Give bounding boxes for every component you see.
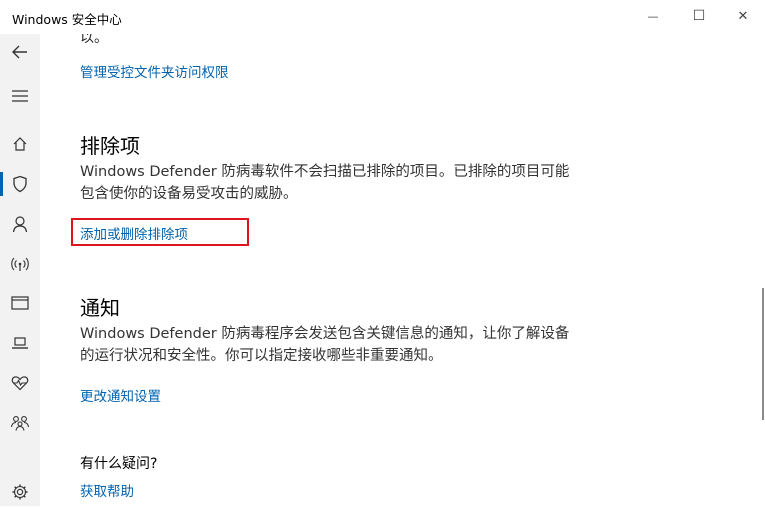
wireless-icon xyxy=(11,257,29,271)
window-title: Windows 安全中心 xyxy=(12,12,122,27)
sidebar-item-app-browser[interactable] xyxy=(0,288,40,318)
home-icon xyxy=(13,137,27,151)
highlight-box xyxy=(71,218,249,246)
maximize-button[interactable]: ☐ xyxy=(676,0,722,32)
minimize-icon: — xyxy=(647,9,659,23)
sidebar-item-settings[interactable] xyxy=(0,477,40,507)
sidebar-item-home[interactable] xyxy=(0,129,40,159)
manage-controlled-folder-access-link[interactable]: 管理受控文件夹访问权限 xyxy=(80,61,229,81)
help-heading: 有什么疑问? xyxy=(80,456,158,472)
heart-pulse-icon xyxy=(11,376,29,391)
exclusions-heading: 排除项 xyxy=(80,134,140,158)
notifications-heading: 通知 xyxy=(80,296,120,320)
title-bar: Windows 安全中心 — ☐ ✕ xyxy=(0,0,765,34)
browser-window-icon xyxy=(11,296,29,310)
shield-icon xyxy=(13,175,27,193)
sidebar-item-account[interactable] xyxy=(0,209,40,239)
gear-icon xyxy=(12,484,28,500)
minimize-button[interactable]: — xyxy=(630,0,676,32)
sidebar-item-family-options[interactable] xyxy=(0,408,40,438)
get-help-link[interactable]: 获取帮助 xyxy=(80,480,134,500)
sidebar-item-device-security[interactable] xyxy=(0,328,40,358)
menu-button[interactable] xyxy=(0,81,40,111)
sidebar-item-virus-protection[interactable] xyxy=(0,169,40,199)
hamburger-menu-icon xyxy=(12,90,28,102)
notifications-description: Windows Defender 防病毒程序会发送包含关键信息的通知，让你了解设… xyxy=(80,326,570,364)
scrollbar-thumb[interactable] xyxy=(762,288,764,420)
laptop-icon xyxy=(12,337,28,349)
sidebar-item-firewall[interactable] xyxy=(0,249,40,279)
close-icon: ✕ xyxy=(737,8,749,24)
family-icon xyxy=(10,416,30,431)
sidebar-item-device-performance[interactable] xyxy=(0,368,40,398)
previous-section-text: 以。 xyxy=(80,34,108,46)
exclusions-description: Windows Defender 防病毒软件不会扫描已排除的项目。已排除的项目可… xyxy=(80,164,570,202)
back-button[interactable] xyxy=(0,37,40,67)
sidebar xyxy=(0,34,40,506)
maximize-icon: ☐ xyxy=(692,8,706,24)
back-arrow-icon xyxy=(12,45,27,59)
close-button[interactable]: ✕ xyxy=(720,0,765,32)
main-content: 以。 管理受控文件夹访问权限 排除项 Windows Defender 防病毒软… xyxy=(40,34,751,506)
change-notification-settings-link[interactable]: 更改通知设置 xyxy=(80,385,161,405)
person-icon xyxy=(12,216,28,233)
